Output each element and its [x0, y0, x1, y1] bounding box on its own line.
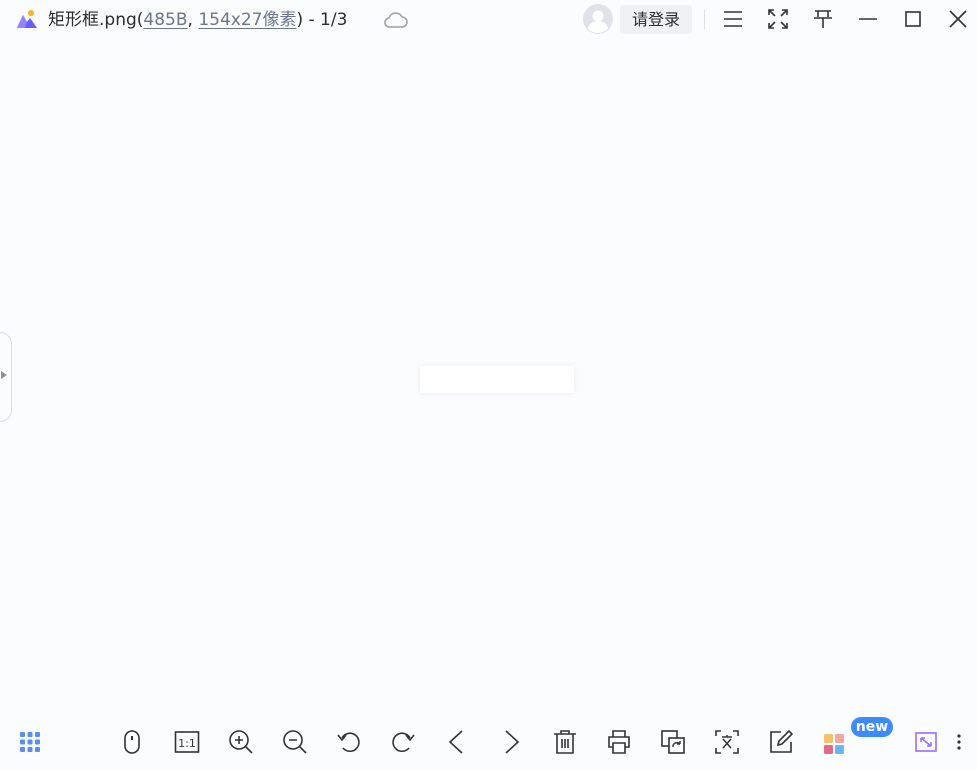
app-logo-icon — [17, 10, 37, 28]
title-bar: 矩形框.png(485B, 154x27像素) - 1/3 请登录 — [0, 0, 977, 40]
chevron-right-icon — [505, 730, 520, 754]
image-convert-button[interactable] — [659, 728, 687, 756]
close-icon[interactable] — [946, 7, 970, 31]
actual-size-icon: 1:1 — [174, 731, 200, 753]
ocr-text-button[interactable] — [713, 728, 741, 756]
next-image-button[interactable] — [497, 728, 525, 756]
rotate-right-button[interactable] — [389, 728, 417, 756]
user-avatar-icon[interactable] — [583, 4, 613, 34]
delete-button[interactable] — [551, 728, 579, 756]
fit-window-icon — [915, 732, 937, 752]
edit-button[interactable] — [767, 728, 795, 756]
bottom-toolbar: 1:1 — [0, 720, 977, 764]
apps-button[interactable] — [821, 728, 849, 756]
image-convert-icon — [661, 730, 685, 754]
rotate-left-icon — [337, 732, 360, 753]
file-size-link[interactable]: 485B — [143, 10, 187, 30]
trash-icon — [554, 730, 576, 754]
image-counter: ) - 1/3 — [296, 10, 348, 30]
filename: 矩形框.png — [48, 10, 137, 30]
chevron-left-icon — [448, 730, 463, 754]
cloud-icon[interactable] — [383, 9, 409, 31]
zoom-in-button[interactable] — [227, 728, 255, 756]
window-title: 矩形框.png(485B, 154x27像素) - 1/3 — [48, 8, 347, 32]
previous-image-button[interactable] — [443, 728, 471, 756]
minimize-icon[interactable] — [856, 7, 880, 31]
ocr-text-icon — [715, 730, 739, 754]
grid-icon — [20, 732, 40, 752]
rotate-left-button[interactable] — [335, 728, 363, 756]
menu-icon[interactable] — [721, 7, 745, 31]
expand-arrow-icon — [1, 371, 7, 379]
login-button[interactable]: 请登录 — [620, 5, 692, 34]
zoom-in-icon — [229, 730, 253, 754]
rotate-right-icon — [392, 732, 415, 753]
maximize-icon[interactable] — [901, 7, 925, 31]
thumbnail-grid-button[interactable] — [16, 728, 44, 756]
pin-icon[interactable] — [811, 7, 835, 31]
new-badge: new — [851, 717, 893, 737]
more-options-button[interactable] — [945, 728, 969, 756]
print-button[interactable] — [605, 728, 633, 756]
fit-window-button[interactable] — [913, 728, 941, 756]
more-vertical-icon — [957, 734, 961, 750]
title-comma: , — [187, 10, 193, 30]
actual-size-label: 1:1 — [178, 737, 196, 750]
edit-icon — [770, 729, 794, 753]
printer-icon — [608, 730, 630, 754]
apps-icon — [824, 734, 844, 754]
actual-size-button[interactable]: 1:1 — [173, 728, 201, 756]
displayed-image[interactable] — [420, 366, 574, 393]
mouse-mode-button[interactable] — [118, 728, 146, 756]
zoom-out-icon — [283, 730, 307, 754]
image-dimensions-link[interactable]: 154x27像素 — [198, 10, 296, 30]
titlebar-divider — [704, 10, 705, 29]
zoom-out-button[interactable] — [281, 728, 309, 756]
mouse-icon — [124, 730, 140, 754]
fullscreen-icon[interactable] — [766, 7, 790, 31]
